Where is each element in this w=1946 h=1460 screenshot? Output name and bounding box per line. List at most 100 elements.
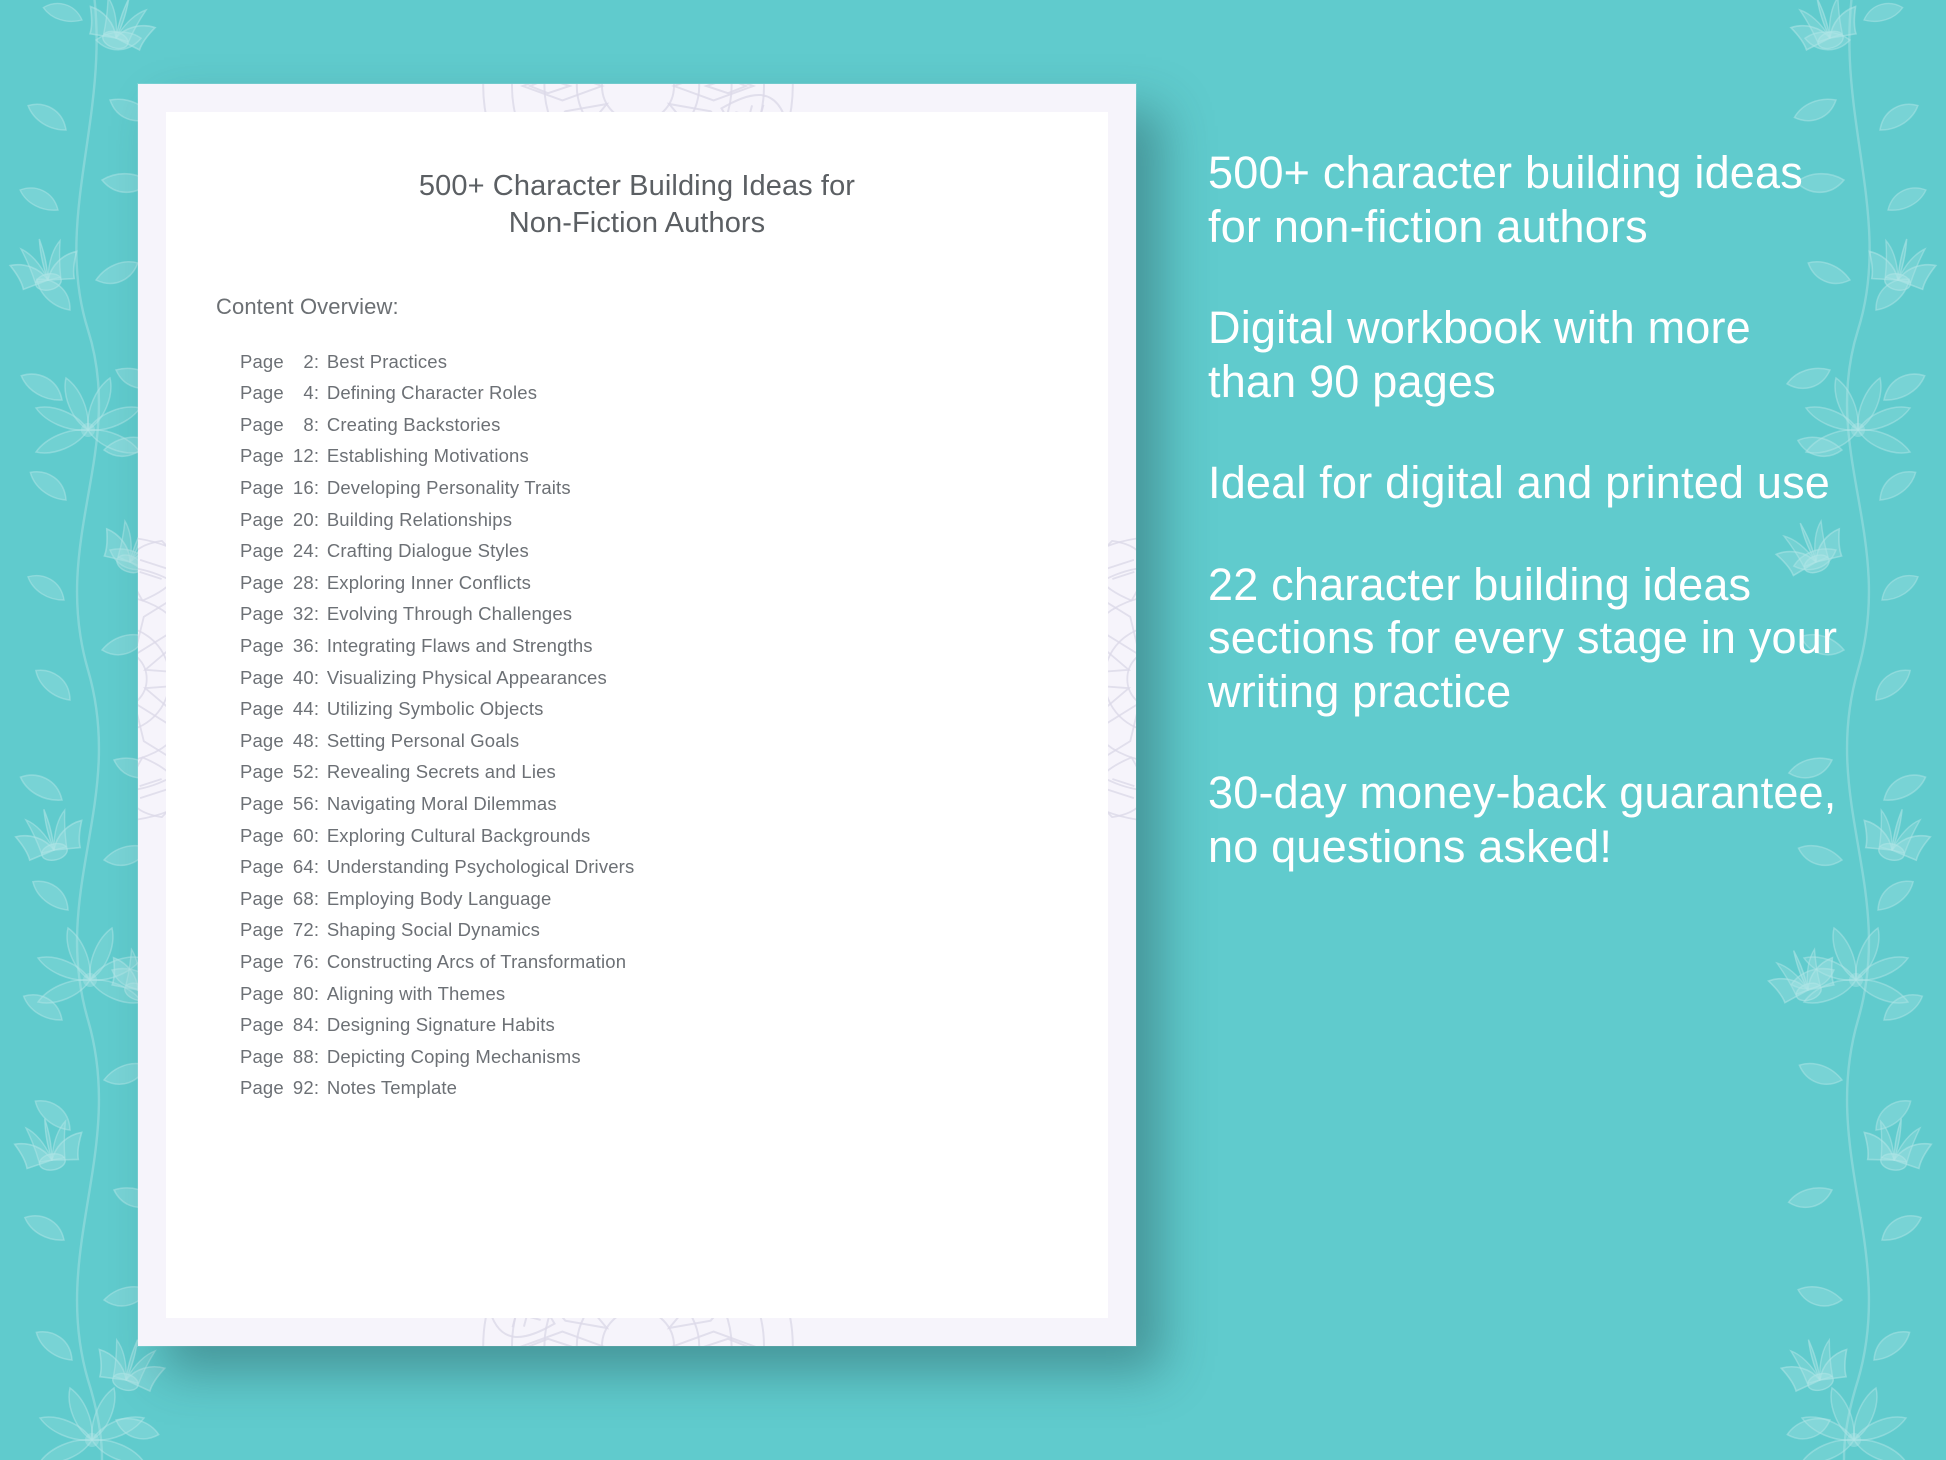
toc-row[interactable]: Page 24: Crafting Dialogue Styles [240,535,1108,567]
toc-colon: : [313,508,320,530]
document-title: 500+ Character Building Ideas for Non-Fi… [166,112,1108,242]
toc-colon: : [313,919,320,941]
toc-page-word: Page [240,824,284,846]
toc-colon: : [313,1077,320,1099]
toc-colon: : [313,729,320,751]
toc-colon: : [313,856,320,878]
toc-colon: : [313,824,320,846]
document-page: 500+ Character Building Ideas for Non-Fi… [166,112,1108,1318]
toc-row[interactable]: Page 72: Shaping Social Dynamics [240,914,1108,946]
toc-row[interactable]: Page 32: Evolving Through Challenges [240,598,1108,630]
marketing-bullet: 30-day money-back guarantee, no question… [1208,767,1837,872]
marketing-bullet: 500+ character building ideas for non-fi… [1208,147,1803,252]
toc-colon: : [313,761,320,783]
toc-colon: : [313,982,320,1004]
toc-topic: Defining Character Roles [326,382,538,404]
toc-page-number: 64 [292,856,314,878]
toc-row[interactable]: Page 48: Setting Personal Goals [240,725,1108,757]
toc-page-word: Page [240,508,284,530]
toc-colon: : [313,540,320,562]
toc-row[interactable]: Page 28: Exploring Inner Conflicts [240,567,1108,599]
toc-page-word: Page [240,445,284,467]
toc-topic: Depicting Coping Mechanisms [326,1045,581,1067]
marketing-bullet: Digital workbook with more than 90 pages [1208,302,1751,407]
toc-page-number: 12 [292,445,314,467]
toc-row[interactable]: Page 64: Understanding Psychological Drive… [240,851,1108,883]
toc-row[interactable]: Page 44: Utilizing Symbolic Objects [240,693,1108,725]
toc-topic: Setting Personal Goals [326,729,520,751]
toc-row[interactable]: Page 92: Notes Template [240,1072,1108,1104]
toc-row[interactable]: Page 76: Constructing Arcs of Transformati… [240,946,1108,978]
toc-page-number: 8 [303,413,314,435]
toc-colon: : [313,635,320,656]
toc-row[interactable]: Page 12: Establishing Motivations [240,440,1108,472]
content-overview-label: Content Overview: [216,293,399,319]
toc-row[interactable]: Page 88: Depicting Coping Mechanisms [240,1041,1108,1073]
toc-topic: Developing Personality Traits [326,477,571,499]
toc-colon: : [313,1045,320,1067]
toc-page-number: 48 [292,729,314,751]
document-preview-card[interactable]: 500+ Character Building Ideas for Non-Fi… [138,84,1136,1346]
toc-row[interactable]: Page 80: Aligning with Themes [240,978,1108,1010]
toc-page-word: Page [240,919,284,941]
toc-colon: : [313,350,320,372]
toc-colon: : [313,666,320,688]
toc-row[interactable]: Page 8: Creating Backstories [240,409,1108,441]
toc-row[interactable]: Page 56: Navigating Moral Dilemmas [240,788,1108,820]
toc-row[interactable]: Page 4: Defining Character Roles [240,377,1108,409]
toc-row[interactable]: Page 36: Integrating Flaws and Strengths [240,630,1108,662]
toc-page-number: 28 [292,571,314,593]
toc-colon: : [313,950,320,972]
toc-colon: : [313,477,320,499]
toc-topic: Crafting Dialogue Styles [326,540,529,562]
toc-page-word: Page [240,603,284,625]
toc-topic: Visualizing Physical Appearances [326,666,607,688]
toc-page-number: 44 [292,698,314,720]
toc-colon: : [313,1014,320,1036]
toc-topic: Navigating Moral Dilemmas [326,792,557,814]
toc-topic: Understanding Psychological Drivers [326,856,635,878]
toc-topic: Evolving Through Challenges [326,603,573,625]
toc-page-word: Page [240,698,284,720]
toc-page-number: 76 [292,950,314,972]
toc-topic: Integrating Flaws and Strengths [326,635,593,656]
toc-row[interactable]: Page 60: Exploring Cultural Backgrounds [240,820,1108,852]
toc-page-number: 32 [292,603,314,625]
toc-row[interactable]: Page 20: Building Relationships [240,504,1108,536]
toc-colon: : [313,792,320,814]
toc-page-number: 92 [292,1077,314,1099]
toc-row[interactable]: Page 2: Best Practices [240,346,1108,378]
toc-colon: : [313,698,320,720]
toc-page-word: Page [240,856,284,878]
toc-page-number: 88 [292,1045,314,1067]
toc-page-word: Page [240,350,284,372]
toc-row[interactable]: Page 52: Revealing Secrets and Lies [240,756,1108,788]
toc-page-word: Page [240,666,284,688]
toc-page-word: Page [240,413,284,435]
toc-page-number: 52 [292,761,314,783]
toc-colon: : [313,887,320,909]
document-title-line-2: Non-Fiction Authors [508,206,766,239]
toc-page-word: Page [240,761,284,783]
toc-row[interactable]: Page 40: Visualizing Physical Appearances [240,662,1108,694]
toc-row[interactable]: Page 84: Designing Signature Habits [240,1009,1108,1041]
toc-topic: Revealing Secrets and Lies [326,761,556,783]
toc-page-number: 4 [303,382,314,404]
toc-page-number: 20 [292,508,314,530]
table-of-contents-list: Page 2: Best Practices Page 4: Defining Chara… [166,320,1108,1104]
toc-page-word: Page [240,1077,284,1099]
toc-topic: Creating Backstories [326,413,501,435]
toc-page-word: Page [240,571,284,593]
toc-row[interactable]: Page 16: Developing Personality Traits [240,472,1108,504]
toc-topic: Aligning with Themes [326,982,506,1004]
toc-topic: Building Relationships [326,508,513,530]
toc-topic: Shaping Social Dynamics [326,919,541,941]
toc-page-number: 80 [292,982,314,1004]
marketing-bullet: Ideal for digital and printed use [1208,457,1831,509]
toc-colon: : [313,413,320,435]
toc-topic: Employing Body Language [326,887,552,909]
toc-row[interactable]: Page 68: Employing Body Language [240,883,1108,915]
document-title-line-1: 500+ Character Building Ideas for [418,170,856,202]
toc-page-word: Page [240,1045,284,1067]
toc-topic: Best Practices [326,350,448,372]
